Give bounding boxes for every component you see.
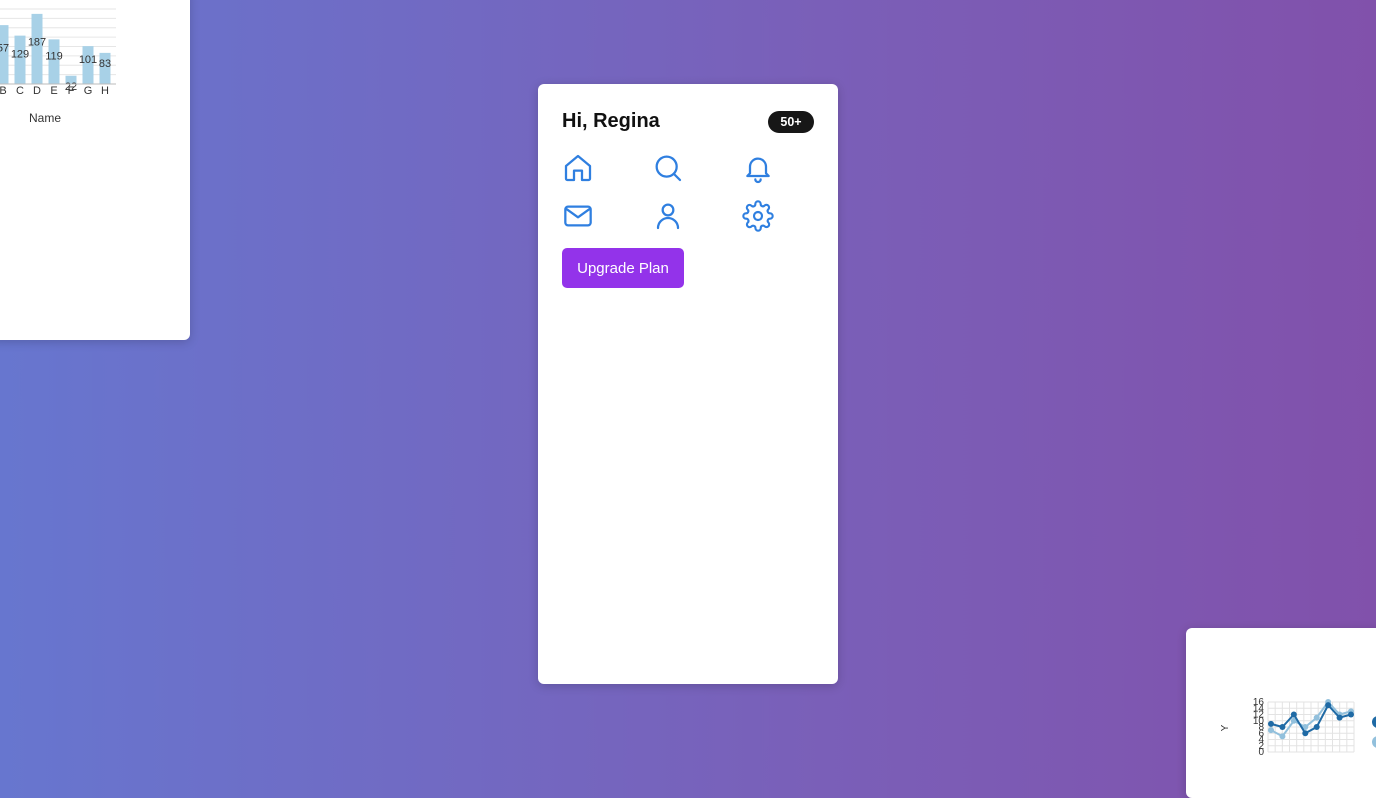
data-point: [1279, 733, 1286, 740]
data-point: [1268, 720, 1274, 727]
notification-badge: 50+: [768, 111, 814, 133]
bar-value-label: 57: [0, 43, 9, 55]
line-chart-card: 0 2 4 6 8 10 12 14 16 Y: [1186, 628, 1376, 798]
x-tick-label: E: [50, 85, 57, 97]
x-tick-label: B: [0, 85, 7, 97]
x-tick-label: C: [16, 85, 24, 97]
main-panel: Hi, Regina 50+ Upgrade Plan: [538, 84, 838, 684]
data-point: [1313, 724, 1320, 730]
x-tick-label: F: [68, 85, 75, 97]
bar-value-label: 129: [11, 48, 29, 60]
greeting-title: Hi, Regina: [562, 110, 660, 132]
data-point: [1290, 711, 1297, 718]
bar-chart-card: 57B129C187D119E22F101G83HName: [0, 0, 190, 340]
upgrade-plan-button[interactable]: Upgrade Plan: [562, 248, 684, 288]
bar: [31, 13, 43, 84]
line-chart: 0246810121416Y: [1220, 697, 1376, 758]
bell-icon[interactable]: [742, 152, 774, 184]
mail-icon[interactable]: [562, 200, 594, 232]
data-point: [1336, 714, 1343, 721]
legend-marker: [1372, 736, 1376, 748]
data-point: [1313, 714, 1320, 721]
bar-chart: 57B129C187D119E22F101G83HName: [0, 8, 116, 125]
y-axis-label: Y: [1220, 724, 1231, 731]
data-point: [1302, 730, 1309, 737]
bar-value-label: 187: [28, 36, 46, 48]
data-point: [1279, 724, 1286, 730]
data-point: [1348, 711, 1354, 718]
x-axis-label: Name: [29, 111, 61, 125]
data-point: [1325, 702, 1332, 709]
icon-grid: [562, 152, 832, 232]
search-icon[interactable]: [652, 152, 684, 184]
x-tick-label: G: [84, 85, 93, 97]
bar-value-label: 101: [79, 54, 97, 66]
y-tick-label: 16: [1253, 697, 1265, 708]
x-tick-label: D: [33, 85, 41, 97]
user-icon[interactable]: [652, 200, 684, 232]
bar-value-label: 119: [45, 50, 63, 62]
legend-marker: [1372, 716, 1376, 728]
settings-icon[interactable]: [742, 200, 774, 232]
data-point: [1268, 727, 1274, 734]
home-icon[interactable]: [562, 152, 594, 184]
bar-value-label: 83: [99, 58, 111, 70]
x-tick-label: H: [101, 85, 109, 97]
